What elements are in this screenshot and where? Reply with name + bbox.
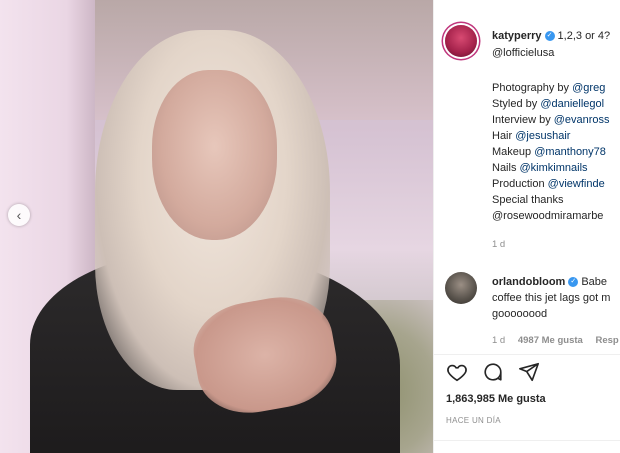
heart-icon[interactable] [446, 361, 468, 388]
likes-count[interactable]: 1,863,985 Me gusta [446, 393, 546, 405]
comment-header: orlandobloom ✓ Babe [492, 276, 607, 288]
credit-line: Photography by @greg [492, 82, 606, 94]
caption-mention[interactable]: @lofficielusa [492, 47, 554, 59]
credit-line: Special thanks [492, 194, 564, 206]
credit-mention[interactable]: @daniellegol [540, 98, 604, 110]
credit-mention[interactable]: @manthony78 [534, 146, 606, 158]
credit-mention[interactable]: @viewfinde [548, 178, 605, 190]
previous-image-button[interactable]: ‹ [8, 204, 30, 226]
verified-badge-icon: ✓ [568, 277, 579, 288]
credit-line: Nails @kimkimnails [492, 162, 588, 174]
footer-divider [434, 440, 620, 441]
credit-line: Makeup @manthony78 [492, 146, 606, 158]
author-avatar[interactable] [445, 25, 477, 57]
credit-mention[interactable]: @rosewoodmiramarbe [492, 210, 603, 222]
caption-first-line: 1,2,3 or 4? [557, 30, 611, 42]
credit-mention[interactable]: @evanross [554, 114, 610, 126]
comment-line-2: coffee this jet lags got m [492, 292, 611, 304]
credit-line: Styled by @daniellegol [492, 98, 605, 110]
comment-age: 1 d [492, 335, 506, 346]
comment-reply-button[interactable]: Resp [595, 335, 618, 346]
comment-icon[interactable] [482, 361, 504, 388]
credit-line: Production @viewfinde [492, 178, 605, 190]
actions-divider [434, 354, 620, 355]
credit-mention[interactable]: @kimkimnails [520, 162, 588, 174]
post-timestamp: HACE UN DÍA [446, 416, 501, 425]
comment-line-3: goooooood [492, 308, 548, 320]
credit-line: Interview by @evanross [492, 114, 610, 126]
post-image[interactable]: ‹ [0, 0, 433, 453]
credit-line: Hair @jesushair [492, 130, 571, 142]
credit-mention[interactable]: @jesushair [515, 130, 570, 142]
chevron-left-icon: ‹ [16, 207, 22, 223]
send-icon[interactable] [518, 361, 540, 388]
credit-mention[interactable]: @greg [572, 82, 605, 94]
comment-line-1: Babe [581, 276, 608, 288]
comment-meta: 1 d 4987 Me gusta Resp [492, 335, 619, 346]
author-username[interactable]: katyperry [492, 30, 542, 42]
commenter-avatar[interactable] [445, 272, 477, 304]
commenter-username[interactable]: orlandobloom [492, 276, 565, 288]
photo-subject-face [152, 70, 277, 240]
verified-badge-icon: ✓ [544, 31, 555, 42]
caption-header: katyperry ✓ 1,2,3 or 4? [492, 30, 610, 42]
post-side-panel: katyperry ✓ 1,2,3 or 4? @lofficielusa Phot… [433, 0, 620, 453]
comment-likes[interactable]: 4987 Me gusta [518, 335, 583, 346]
caption-age: 1 d [492, 239, 506, 250]
